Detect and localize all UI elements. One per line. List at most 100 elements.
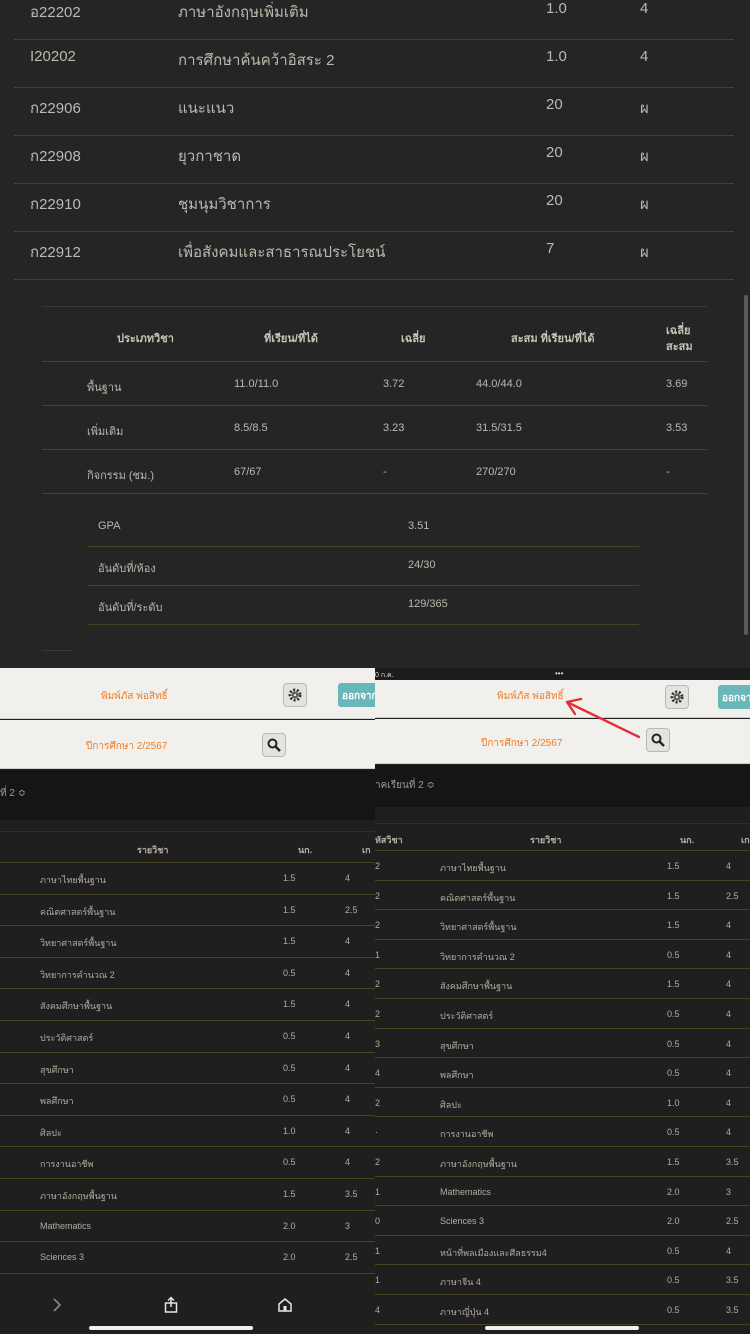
subject-credit: 0.5 xyxy=(283,1094,296,1105)
course-credit: 1.0 xyxy=(546,0,567,17)
home-icon[interactable] xyxy=(276,1296,294,1314)
subject-code: 2 xyxy=(375,861,381,871)
subject-code: 1 xyxy=(375,1275,381,1286)
subject-grade: 4 xyxy=(345,1094,351,1105)
settings-button[interactable] xyxy=(665,685,689,709)
gpa-label: อันดับที่/ระดับ xyxy=(98,602,163,614)
subject-grade: 4 xyxy=(345,1062,351,1073)
subject-row: 2 ศิลปะ 1.0 4 xyxy=(375,1088,750,1118)
subject-row: Mathematics 2.0 3 xyxy=(0,1211,375,1243)
course-name: ยุวกาชาด xyxy=(178,148,242,165)
course-grade: 4 xyxy=(640,48,649,65)
gpa-value: 129/365 xyxy=(408,598,448,610)
search-icon xyxy=(651,733,665,747)
subject-credit: 0.5 xyxy=(667,1305,680,1315)
subject-row: 1 ภาษาจีน 4 0.5 3.5 xyxy=(375,1265,750,1295)
course-row: ก22906 แนะแนว 20 ผ xyxy=(14,88,734,136)
gpa-row: อันดับที่/ระดับ 129/365 xyxy=(88,586,639,625)
subject-credit: 0.5 xyxy=(667,1127,680,1138)
subject-credit: 0.5 xyxy=(667,1009,680,1019)
subject-grade: 2.5 xyxy=(726,890,739,901)
summary-type: พื้นฐาน xyxy=(87,382,122,394)
subject-credit: 1.5 xyxy=(283,1189,296,1199)
course-code: ก22912 xyxy=(30,244,81,261)
subject-credit: 2.0 xyxy=(283,1252,296,1263)
header-cum-avg-line2: สะสม xyxy=(666,341,693,353)
subject-code: 2 xyxy=(375,890,381,901)
subject-name: ภาษาไทยพื้นฐาน xyxy=(440,863,506,873)
summary-avg: 3.23 xyxy=(383,422,405,434)
subject-row: 3 สุขศึกษา 0.5 4 xyxy=(375,1029,750,1059)
academic-year[interactable]: ปีการศึกษา 2/2567 xyxy=(481,736,562,751)
head-subject: รายวิชา xyxy=(137,845,169,855)
header-cum-studied: สะสม ที่เรียน/ที่ได้ xyxy=(511,333,595,345)
subject-credit: 1.5 xyxy=(667,979,680,990)
academic-year[interactable]: ปีการศึกษา 2/2567 xyxy=(86,739,167,754)
logout-button[interactable]: ออกจา xyxy=(718,685,750,709)
subject-grade: 2.5 xyxy=(345,1252,358,1263)
gpa-row: GPA 3.51 xyxy=(88,508,639,547)
head-credit: นก. xyxy=(298,845,313,855)
term-selector[interactable]: ที่ 2 ≎ xyxy=(0,770,375,820)
subject-credit: 1.5 xyxy=(283,873,296,883)
subject-credit: 1.5 xyxy=(667,861,680,871)
summary-avg: - xyxy=(383,466,387,478)
search-button[interactable] xyxy=(646,728,670,752)
course-code: ก22910 xyxy=(30,196,81,213)
settings-button[interactable] xyxy=(283,683,307,707)
subject-name: สังคมศึกษาพื้นฐาน xyxy=(440,981,513,992)
subject-grade: 4 xyxy=(345,1125,351,1136)
term-label[interactable]: ที่ 2 ≎ xyxy=(0,786,26,801)
course-name: การศึกษาค้นคว้าอิสระ 2 xyxy=(178,52,335,69)
subject-name: วิทยาการคำนวณ 2 xyxy=(40,969,115,980)
subject-code: 3 xyxy=(375,1038,381,1049)
subject-row: ประวัติศาสตร์ 0.5 4 xyxy=(0,1021,375,1053)
subject-code: 2 xyxy=(375,1157,381,1167)
chevron-right-icon[interactable] xyxy=(48,1296,66,1314)
subject-code: 1 xyxy=(375,949,381,960)
course-grade: ผ xyxy=(640,244,649,261)
subject-code: · xyxy=(375,1127,378,1138)
subject-row: 2 ประวัติศาสตร์ 0.5 4 xyxy=(375,999,750,1029)
subject-grade: 3 xyxy=(345,1220,351,1231)
subject-code: 2 xyxy=(375,920,381,931)
home-indicator xyxy=(89,1326,253,1330)
status-bar: 0 ก.ค. ••• xyxy=(375,668,750,680)
left-screenshot-panel: พิมพ์ภัส พ่อสิทธิ์ ออกจาก ปีการศึกษา 2/2… xyxy=(0,668,375,1334)
subject-name: พลศึกษา xyxy=(440,1070,474,1081)
subject-code: 2 xyxy=(375,1097,381,1108)
bottom-toolbar xyxy=(0,1274,375,1334)
subject-name: Mathematics xyxy=(440,1186,492,1197)
subject-credit: 0.5 xyxy=(667,1038,680,1049)
summary-cum_avg: 3.69 xyxy=(666,378,688,390)
vertical-scrollbar[interactable] xyxy=(744,295,748,635)
logout-button[interactable]: ออกจาก xyxy=(338,683,375,707)
course-grade: ผ xyxy=(640,148,649,165)
gpa-value: 3.51 xyxy=(408,520,430,532)
subject-credit: 0.5 xyxy=(667,949,680,960)
subject-grade: 3.5 xyxy=(726,1157,739,1167)
subject-name: ภาษาจีน 4 xyxy=(440,1277,481,1288)
subject-name: ภาษาญี่ปุ่น 4 xyxy=(440,1307,490,1317)
subject-name: สุขศึกษา xyxy=(440,1040,474,1051)
subject-credit: 1.5 xyxy=(667,920,680,931)
course-row: ก22908 ยุวกาชาด 20 ผ xyxy=(14,136,734,184)
subject-name: สังคมศึกษาพื้นฐาน xyxy=(40,1001,113,1012)
subject-code: 1 xyxy=(375,1186,381,1197)
subject-grade: 4 xyxy=(726,979,732,990)
search-button[interactable] xyxy=(262,733,286,757)
share-icon[interactable] xyxy=(162,1296,180,1314)
subject-row: 2 ภาษาอังกฤษพื้นฐาน 1.5 3.5 xyxy=(375,1147,750,1177)
subject-name: ภาษาอังกฤษพื้นฐาน xyxy=(440,1159,517,1169)
subject-name: คณิตศาสตร์พื้นฐาน xyxy=(40,906,116,917)
subject-code: 4 xyxy=(375,1305,381,1315)
subject-name: การงานอาชีพ xyxy=(40,1159,94,1170)
term-selector[interactable]: าคเรียนที่ 2 ≎ xyxy=(375,765,750,807)
term-label[interactable]: าคเรียนที่ 2 ≎ xyxy=(375,778,435,793)
subject-name: ภาษาไทยพื้นฐาน xyxy=(40,875,106,885)
course-code: อ22202 xyxy=(30,4,81,21)
subject-grade: 4 xyxy=(726,861,732,871)
course-code: ก22906 xyxy=(30,100,81,117)
subject-name: หน้าที่พลเมืองและศีลธรรม4 xyxy=(440,1247,547,1258)
subject-name: วิทยาศาสตร์พื้นฐาน xyxy=(40,938,117,949)
